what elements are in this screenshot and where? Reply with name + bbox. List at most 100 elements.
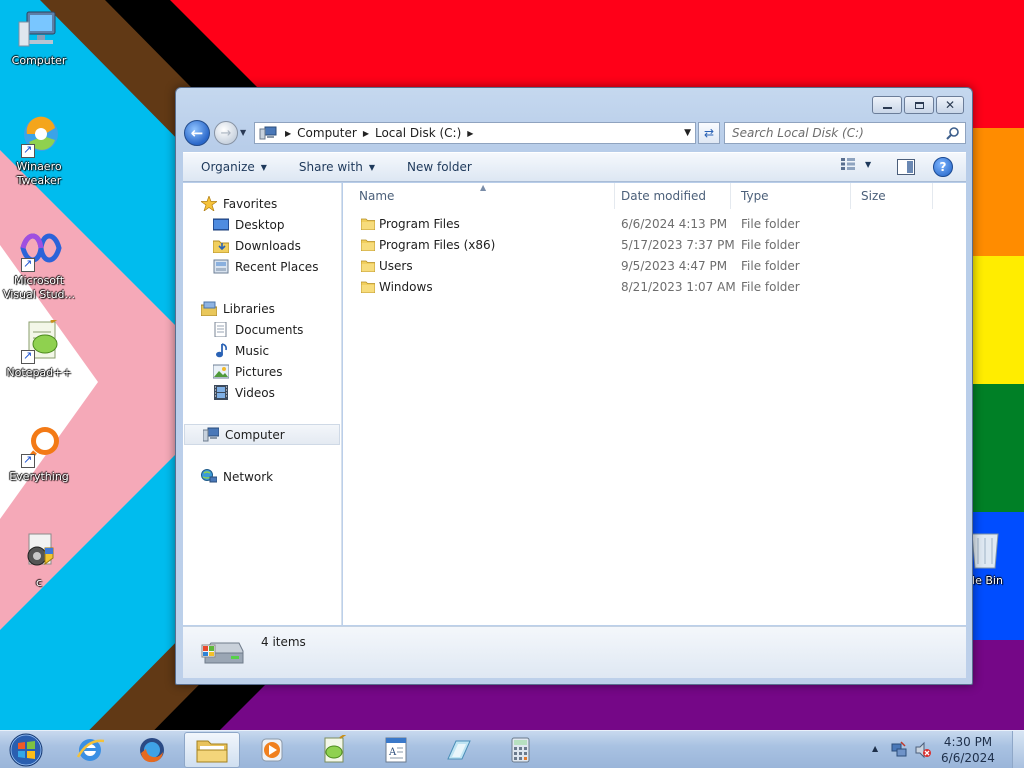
desktop-icon-label: Winaero Tweaker bbox=[16, 160, 62, 187]
close-icon: ✕ bbox=[944, 98, 956, 112]
recent-pages-dropdown[interactable]: ▼ bbox=[240, 128, 246, 137]
desktop-icon-label: c bbox=[35, 576, 43, 589]
breadcrumb-computer[interactable]: Computer bbox=[294, 126, 360, 140]
refresh-button[interactable]: ⇄ bbox=[698, 122, 720, 144]
nav-item-label: Desktop bbox=[235, 217, 285, 232]
minimize-button[interactable] bbox=[872, 96, 902, 114]
change-view-button[interactable]: ▼ bbox=[841, 158, 871, 170]
file-explorer-icon bbox=[196, 740, 228, 763]
column-header-date-modified[interactable]: Date modified bbox=[611, 183, 731, 209]
command-bar: Organize ▼ Share with ▼ New folder ▼ ? bbox=[183, 152, 966, 182]
desktop-icon-visual-studio[interactable]: Microsoft Visual Stud... bbox=[0, 228, 78, 302]
computer-icon bbox=[15, 8, 63, 52]
file-name: Users bbox=[379, 259, 413, 273]
breadcrumb-local-disk[interactable]: Local Disk (C:) bbox=[372, 126, 464, 140]
desktop-icon-notepad-plus-plus[interactable]: Notepad++ bbox=[0, 314, 78, 380]
nav-item-favorites[interactable]: Favorites bbox=[183, 193, 340, 214]
nav-item-desktop[interactable]: Desktop bbox=[183, 214, 340, 235]
computer-icon bbox=[202, 427, 220, 442]
nav-item-documents[interactable]: Documents bbox=[183, 319, 340, 340]
search-icon[interactable] bbox=[946, 126, 960, 140]
preview-pane-button[interactable] bbox=[897, 159, 915, 175]
show-desktop-button[interactable] bbox=[1012, 731, 1024, 768]
nav-item-recent-places[interactable]: Recent Places bbox=[183, 256, 340, 277]
view-options-icon bbox=[841, 158, 855, 170]
column-header-type[interactable]: Type bbox=[731, 183, 851, 209]
show-hidden-icons-icon[interactable]: ▲ bbox=[872, 744, 878, 753]
desktop-icon-computer[interactable]: Computer bbox=[0, 8, 78, 68]
nav-item-label: Computer bbox=[225, 427, 285, 442]
file-name: Program Files bbox=[379, 217, 460, 231]
back-button[interactable]: ← bbox=[184, 120, 210, 146]
start-button[interactable] bbox=[6, 732, 46, 768]
volume-muted-icon[interactable] bbox=[914, 741, 932, 759]
desktop-icon-label: Everything bbox=[9, 470, 69, 483]
column-header-label: Name bbox=[359, 189, 395, 203]
close-button[interactable]: ✕ bbox=[936, 96, 964, 114]
taskbar-internet-explorer[interactable] bbox=[62, 732, 118, 768]
taskbar-media-player[interactable] bbox=[244, 732, 300, 768]
chevron-down-icon: ▼ bbox=[260, 162, 267, 172]
column-header-size[interactable]: Size bbox=[851, 183, 933, 209]
videos-film-icon bbox=[213, 385, 229, 400]
nav-item-videos[interactable]: Videos bbox=[183, 382, 340, 403]
nav-item-label: Documents bbox=[235, 322, 304, 337]
organize-button[interactable]: Organize ▼ bbox=[183, 155, 283, 179]
refresh-icon: ⇄ bbox=[703, 126, 715, 140]
winaero-tweaker-icon bbox=[15, 114, 63, 158]
help-button[interactable]: ? bbox=[933, 157, 953, 177]
documents-icon bbox=[213, 321, 229, 338]
wordpad-icon: A bbox=[385, 737, 407, 763]
notepad-plus-plus-icon bbox=[15, 314, 63, 364]
column-header-name[interactable]: Name bbox=[349, 183, 615, 209]
file-row-program-files[interactable]: Program Files 6/6/2024 4:13 PM File fold… bbox=[343, 214, 933, 235]
item-count: 4 items bbox=[261, 635, 306, 649]
file-date-modified: 8/21/2023 1:07 AM bbox=[621, 280, 736, 294]
file-type: File folder bbox=[741, 238, 800, 252]
taskbar-notepad-plus-plus[interactable] bbox=[306, 732, 362, 768]
file-list-pane: ▲ Name Date modified Type Size Program F… bbox=[343, 183, 966, 625]
folder-icon bbox=[361, 239, 375, 251]
address-history-dropdown-icon[interactable]: ▼ bbox=[684, 128, 691, 138]
address-bar[interactable]: ▶ Computer ▶ Local Disk (C:) ▶ ▼ bbox=[254, 122, 696, 144]
nav-item-music[interactable]: Music bbox=[183, 340, 340, 361]
desktop-icon-label: Computer bbox=[11, 54, 67, 67]
restore-icon bbox=[914, 101, 924, 109]
system-clock[interactable]: 4:30 PM 6/6/2024 bbox=[938, 734, 998, 766]
desktop-icon-c[interactable]: c bbox=[0, 530, 78, 590]
nav-item-label: Recent Places bbox=[235, 259, 319, 274]
taskbar-snipping-tool[interactable] bbox=[430, 732, 486, 768]
breadcrumb-separator-icon[interactable]: ▶ bbox=[360, 129, 372, 138]
desktop-icon-everything[interactable]: Everything bbox=[0, 424, 78, 484]
breadcrumb-separator-icon[interactable]: ▶ bbox=[464, 129, 476, 138]
forward-button[interactable]: → bbox=[214, 121, 238, 145]
chevron-down-icon[interactable]: ▼ bbox=[865, 160, 871, 169]
network-status-icon[interactable] bbox=[890, 741, 908, 759]
nav-item-network[interactable]: Network bbox=[183, 466, 340, 487]
desktop-icon-winaero-tweaker[interactable]: Winaero Tweaker bbox=[0, 114, 78, 188]
file-row-windows[interactable]: Windows 8/21/2023 1:07 AM File folder bbox=[343, 277, 933, 298]
taskbar-calculator[interactable] bbox=[492, 732, 548, 768]
search-box[interactable] bbox=[724, 122, 966, 144]
file-row-users[interactable]: Users 9/5/2023 4:47 PM File folder bbox=[343, 256, 933, 277]
new-folder-button[interactable]: New folder bbox=[391, 155, 488, 179]
clock-time: 4:30 PM bbox=[943, 735, 993, 749]
nav-item-pictures[interactable]: Pictures bbox=[183, 361, 340, 382]
share-with-button[interactable]: Share with ▼ bbox=[283, 155, 391, 179]
taskbar-wordpad[interactable]: A bbox=[368, 732, 424, 768]
taskbar-firefox[interactable] bbox=[124, 732, 180, 768]
nav-item-label: Pictures bbox=[235, 364, 283, 379]
nav-item-libraries[interactable]: Libraries bbox=[183, 298, 340, 319]
breadcrumb-separator-icon[interactable]: ▶ bbox=[282, 129, 294, 138]
forward-arrow-icon: → bbox=[220, 125, 232, 141]
taskbar-file-explorer[interactable] bbox=[184, 732, 240, 768]
nav-item-downloads[interactable]: Downloads bbox=[183, 235, 340, 256]
restore-button[interactable] bbox=[904, 96, 934, 114]
firefox-icon bbox=[140, 738, 164, 763]
nav-item-computer[interactable]: Computer bbox=[184, 424, 340, 445]
search-input[interactable] bbox=[732, 126, 932, 140]
file-row-program-files-x86[interactable]: Program Files (x86) 5/17/2023 7:37 PM Fi… bbox=[343, 235, 933, 256]
snipping-tool-icon bbox=[447, 740, 471, 760]
file-date-modified: 9/5/2023 4:47 PM bbox=[621, 259, 728, 273]
taskbar: A ▲ 4:30 PM 6/6/2024 bbox=[0, 730, 1024, 768]
